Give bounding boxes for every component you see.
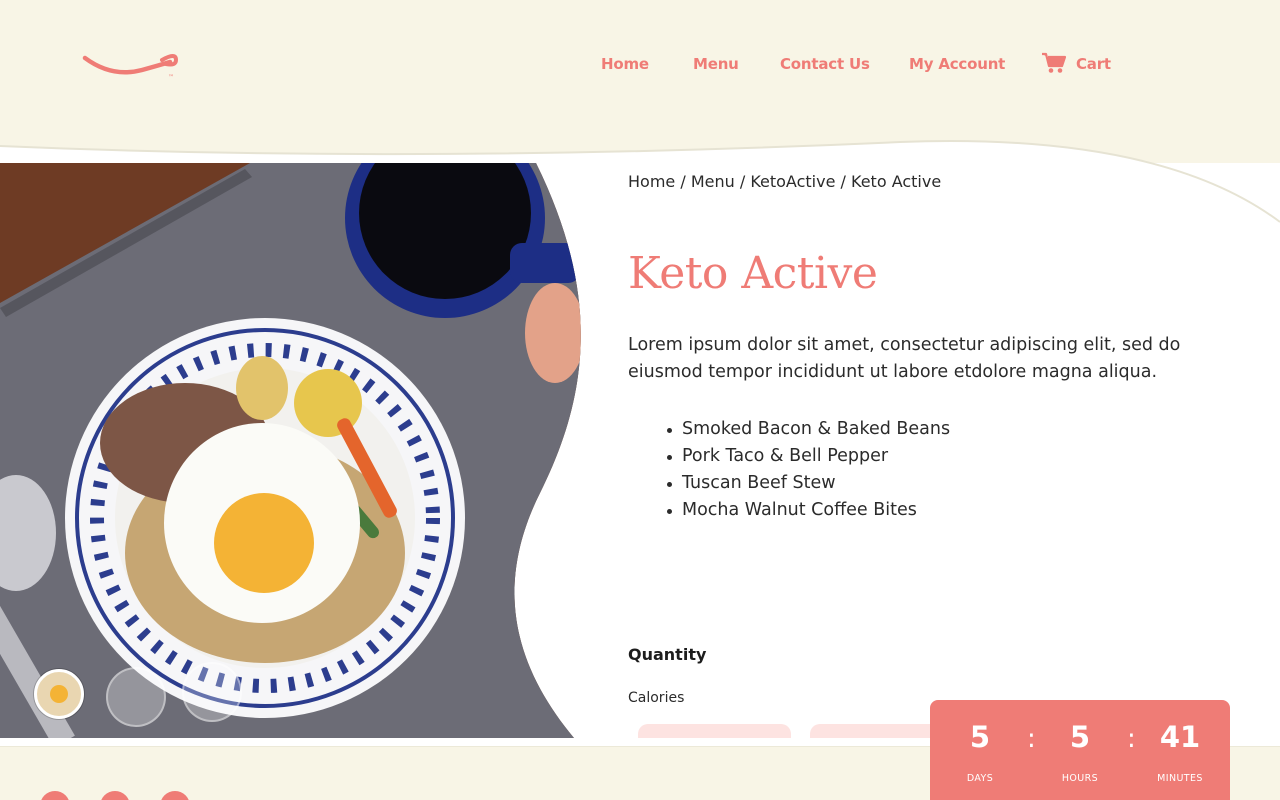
breadcrumb-home-link[interactable]: Home <box>628 172 680 191</box>
nav-account-link[interactable]: My Account <box>909 55 1005 73</box>
gallery-thumbnail-1[interactable] <box>34 669 84 719</box>
instagram-icon[interactable] <box>160 791 190 800</box>
breadcrumb: Home / Menu / KetoActive / Keto Active <box>628 172 941 191</box>
countdown-separator: : <box>1027 724 1036 754</box>
breadcrumb-separator: / <box>739 172 751 191</box>
breadcrumb-current: Keto Active <box>851 172 942 191</box>
countdown-hours-label: HOURS <box>1061 773 1099 784</box>
nav-menu-link[interactable]: Menu <box>693 55 739 73</box>
facebook-icon[interactable] <box>40 791 70 800</box>
countdown-minutes-value: 41 <box>1159 720 1201 754</box>
countdown-days-label: DAYS <box>966 773 994 784</box>
product-image <box>0 163 600 738</box>
cart-label: Cart <box>1076 55 1111 73</box>
nav-home-link[interactable]: Home <box>601 55 649 73</box>
countdown-hours-value: 5 <box>1069 720 1091 754</box>
dish-list-item: Tuscan Beef Stew <box>666 470 950 497</box>
dish-list: Smoked Bacon & Baked Beans Pork Taco & B… <box>666 416 950 524</box>
nav-contact-link[interactable]: Contact Us <box>780 55 870 73</box>
countdown-separator: : <box>1127 724 1136 754</box>
calorie-option-button[interactable] <box>638 724 791 738</box>
product-title: Keto Active <box>628 248 878 299</box>
product-description: Lorem ipsum dolor sit amet, consectetur … <box>628 335 1181 382</box>
twitter-icon[interactable] <box>100 791 130 800</box>
dish-list-item: Mocha Walnut Coffee Bites <box>666 497 950 524</box>
dish-list-item: Pork Taco & Bell Pepper <box>666 443 950 470</box>
quantity-label: Quantity <box>628 645 707 664</box>
gallery-thumbnail-2[interactable] <box>106 667 166 727</box>
cart-icon <box>1042 52 1066 73</box>
countdown-days-value: 5 <box>969 720 991 754</box>
breadcrumb-menu-link[interactable]: Menu <box>691 172 740 191</box>
main-nav: Home Menu Contact Us My Account Cart <box>0 52 1280 79</box>
calorie-option-button[interactable] <box>810 724 950 738</box>
breadcrumb-separator: / <box>680 172 691 191</box>
dish-list-item: Smoked Bacon & Baked Beans <box>666 416 950 443</box>
countdown-minutes-label: MINUTES <box>1157 773 1203 784</box>
nav-cart-link[interactable]: Cart <box>1042 52 1111 74</box>
breadcrumb-separator: / <box>840 172 851 191</box>
countdown-timer: 5 : 5 : 41 DAYS HOURS MINUTES <box>930 700 1230 800</box>
calories-label: Calories <box>628 690 685 706</box>
breadcrumb-category-link[interactable]: KetoActive <box>750 172 840 191</box>
gallery-thumbnail-3[interactable] <box>182 662 242 722</box>
